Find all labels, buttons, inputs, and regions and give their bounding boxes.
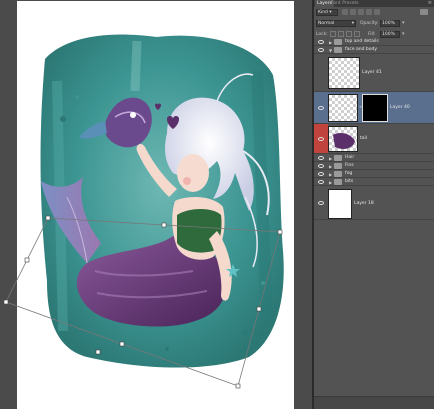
- group-expand-arrow-icon[interactable]: ▶: [329, 40, 332, 45]
- filter-smart-object-icon[interactable]: [374, 9, 380, 15]
- transform-handle[interactable]: [119, 341, 125, 347]
- layer-18[interactable]: Layer 18: [314, 186, 434, 220]
- layer-tail[interactable]: tail: [314, 124, 434, 154]
- folder-icon: [334, 47, 342, 53]
- layer-thumbnail: [328, 126, 358, 152]
- transform-handle[interactable]: [45, 215, 51, 221]
- fill-chevron-icon[interactable]: ▾: [402, 31, 405, 38]
- filter-kind-select[interactable]: Kind ▾: [316, 9, 338, 16]
- filter-pixel-icon[interactable]: [342, 9, 348, 15]
- visibility-eye-icon[interactable]: [315, 92, 327, 123]
- opacity-input[interactable]: 100%: [380, 20, 400, 27]
- layer-41[interactable]: Layer 41: [314, 54, 434, 92]
- folder-icon: [334, 179, 342, 185]
- layer-40[interactable]: ∞ Layer 40: [314, 92, 434, 124]
- visibility-eye-icon[interactable]: [315, 162, 327, 169]
- canvas-workspace[interactable]: [0, 0, 312, 409]
- visibility-eye-icon[interactable]: [315, 54, 327, 91]
- panel-menu-icon[interactable]: ≡: [428, 0, 432, 7]
- layer-mask-thumbnail[interactable]: [362, 94, 388, 122]
- transform-handle[interactable]: [235, 383, 241, 389]
- filter-shape-icon[interactable]: [366, 9, 372, 15]
- layer-name: Hair: [345, 155, 355, 160]
- layer-name: fog: [345, 171, 353, 176]
- blend-mode-value: Normal: [318, 21, 335, 26]
- filter-type-icon[interactable]: [358, 9, 364, 15]
- folder-icon: [334, 39, 342, 45]
- tab-font-presets[interactable]: Font Presets: [329, 0, 361, 7]
- group-expand-arrow-icon[interactable]: ▶: [329, 180, 332, 185]
- layers-panel-footer: [314, 396, 434, 409]
- opacity-label: Opacity:: [360, 21, 379, 26]
- panel-tab-bar: Layers Font Presets ≡: [314, 0, 434, 7]
- folder-icon: [334, 171, 342, 177]
- layer-name: top and details: [345, 39, 379, 44]
- visibility-eye-icon[interactable]: [315, 154, 327, 161]
- fill-input[interactable]: 100%: [380, 31, 400, 38]
- transform-handle[interactable]: [24, 257, 30, 263]
- layer-name: face and body: [345, 47, 378, 52]
- layer-group-hair[interactable]: ▶ Hair: [314, 154, 434, 162]
- layers-panel: Layers Font Presets ≡ Kind ▾ Normal ▾ Opa…: [314, 0, 434, 409]
- blend-row: Normal ▾ Opacity: 100% ▾: [314, 19, 434, 28]
- layer-name: Layer 40: [390, 105, 410, 110]
- group-expand-arrow-icon[interactable]: ▼: [329, 48, 332, 53]
- fill-label: Fill:: [368, 32, 376, 37]
- group-expand-arrow-icon[interactable]: ▶: [329, 164, 332, 169]
- layer-thumbnail: [328, 94, 358, 122]
- layer-group-fog[interactable]: ▶ fog: [314, 170, 434, 178]
- lock-all-icon[interactable]: [354, 31, 360, 37]
- transform-bounding-box[interactable]: [0, 0, 312, 409]
- folder-icon: [334, 163, 342, 169]
- visibility-eye-icon[interactable]: [315, 178, 327, 185]
- filter-row: Kind ▾: [314, 8, 434, 17]
- visibility-eye-icon[interactable]: [315, 124, 327, 153]
- layer-group-face-and-body[interactable]: ▼ face and body: [314, 46, 434, 54]
- lock-label: Lock:: [316, 32, 328, 37]
- layer-name: tail: [360, 136, 368, 141]
- layer-name: Layer 18: [354, 201, 374, 206]
- opacity-chevron-icon[interactable]: ▾: [402, 20, 405, 27]
- lock-transparent-icon[interactable]: [330, 31, 336, 37]
- transform-handle[interactable]: [3, 299, 9, 305]
- visibility-eye-icon[interactable]: [315, 186, 327, 219]
- transform-handle[interactable]: [256, 306, 262, 312]
- visibility-eye-icon[interactable]: [315, 46, 327, 53]
- layer-name: Fins: [345, 163, 354, 168]
- layer-group-top-and-details[interactable]: ▶ top and details: [314, 38, 434, 46]
- transform-handle[interactable]: [95, 349, 101, 355]
- transform-handle[interactable]: [277, 229, 283, 235]
- folder-icon: [334, 155, 342, 161]
- filter-toggle-icon[interactable]: [420, 9, 428, 15]
- layer-thumbnail: [328, 57, 360, 89]
- lock-image-icon[interactable]: [338, 31, 344, 37]
- visibility-eye-icon[interactable]: [315, 170, 327, 177]
- layer-group-fins[interactable]: ▶ Fins: [314, 162, 434, 170]
- transform-handle[interactable]: [161, 222, 167, 228]
- blend-mode-select[interactable]: Normal ▾: [316, 20, 356, 27]
- filter-adjustment-icon[interactable]: [350, 9, 356, 15]
- visibility-eye-icon[interactable]: [315, 38, 327, 45]
- group-expand-arrow-icon[interactable]: ▶: [329, 156, 332, 161]
- layer-group-bits[interactable]: ▶ bits: [314, 178, 434, 186]
- layer-name: bits: [345, 179, 354, 184]
- layer-thumbnail: [328, 189, 352, 219]
- filter-kind-label: Kind: [318, 10, 328, 15]
- lock-position-icon[interactable]: [346, 31, 352, 37]
- layer-name: Layer 41: [362, 70, 382, 75]
- group-expand-arrow-icon[interactable]: ▶: [329, 172, 332, 177]
